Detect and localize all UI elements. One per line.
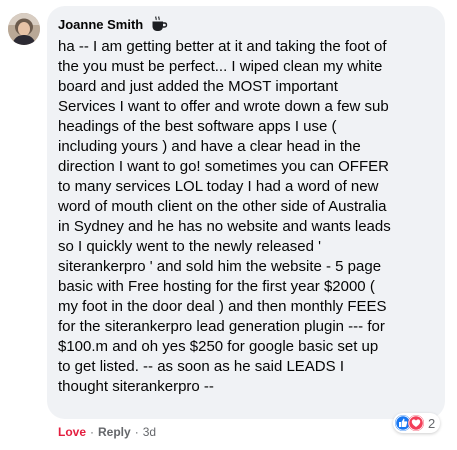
love-reaction-icon (408, 415, 424, 431)
comment-line: siterankerpro ' and sold him the website… (58, 258, 382, 275)
comment-line: headings of the best software apps I use… (58, 118, 337, 135)
comment-timestamp[interactable]: 3d (143, 425, 156, 439)
comment-line: in Sydney and he has no website and want… (58, 218, 391, 235)
comment-line: word of mouth client on the other side o… (58, 198, 387, 215)
comment-line: the you must be perfect... I wiped clean… (58, 58, 383, 75)
reaction-summary[interactable]: 2 (393, 413, 441, 433)
comment-line: including yours ) and have a clear head … (58, 138, 361, 155)
comment-line: my foot in the door deal ) and then mont… (58, 298, 387, 315)
reaction-count: 2 (428, 415, 436, 431)
separator-dot: · (90, 425, 95, 439)
comment-line: thought siterankerpro -- (58, 378, 214, 395)
separator-dot: · (134, 425, 139, 439)
love-button[interactable]: Love (58, 425, 86, 439)
comment-line: ha -- I am getting better at it and taki… (58, 38, 387, 55)
avatar-photo (8, 13, 40, 45)
comment-line: $100.m and oh yes $250 for google basic … (58, 338, 379, 355)
comment-line: basic with Free hosting for the first ye… (58, 278, 375, 295)
comment-container: Joanne Smith ha -- I am getting better a… (0, 0, 457, 450)
comment-line: board and just added the MOST important (58, 78, 338, 95)
comment-line: Services I want to offer and wrote down … (58, 98, 389, 115)
avatar[interactable] (8, 13, 40, 45)
comment-bubble: Joanne Smith ha -- I am getting better a… (47, 6, 445, 419)
author-name[interactable]: Joanne Smith (58, 17, 143, 32)
comment-line: so I quickly went to the newly released … (58, 238, 321, 255)
reply-button[interactable]: Reply (98, 425, 131, 439)
comment-line: to many services LOL today I had a word … (58, 178, 379, 195)
comment-line: direction I want to go! sometimes you ca… (58, 158, 389, 175)
coffee-cup-icon[interactable] (150, 15, 168, 33)
comment-line: for the siterankerpro lead generation pl… (58, 318, 385, 335)
comment-line: to get listed. -- as soon as he said LEA… (58, 358, 344, 375)
author-row: Joanne Smith (58, 15, 168, 33)
comment-actions: Love · Reply · 3d (58, 424, 156, 440)
comment-text: ha -- I am getting better at it and taki… (58, 37, 440, 397)
